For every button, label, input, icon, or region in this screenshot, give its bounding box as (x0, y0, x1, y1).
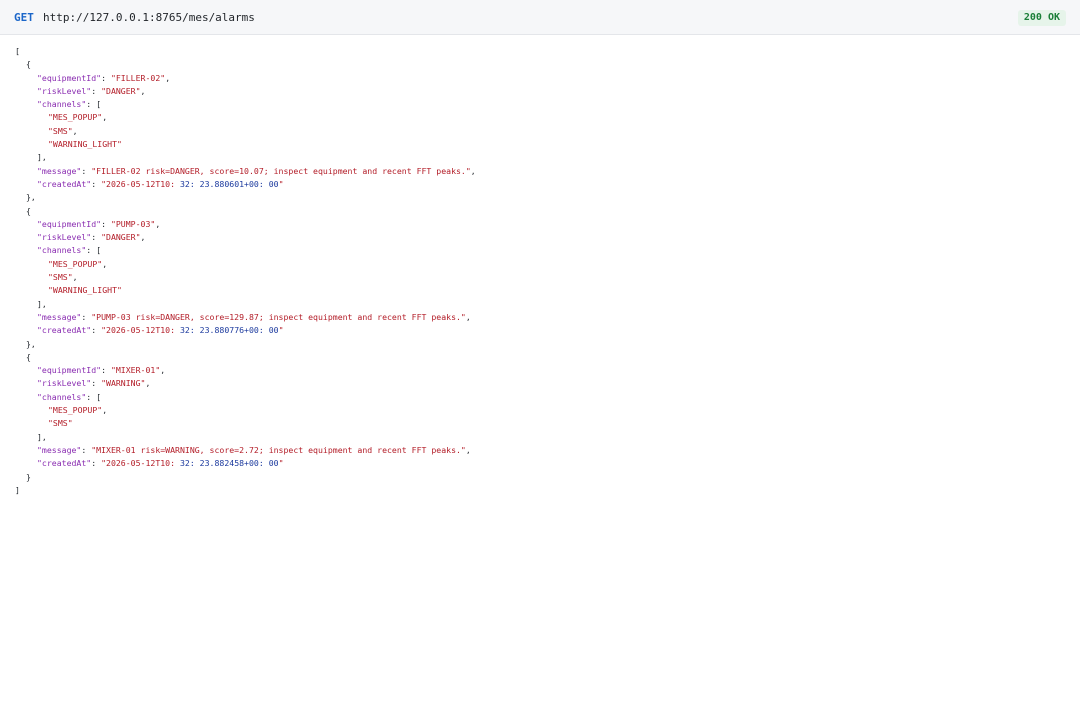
field-created-at: "createdAt": "2026-05-12T10: 32: 23.8807… (37, 325, 284, 336)
field-risk-level: "riskLevel": "WARNING", (37, 378, 151, 389)
channel-value: "WARNING_LIGHT" (48, 285, 122, 296)
channel-value: "WARNING_LIGHT" (48, 139, 122, 150)
object-close: }, (26, 338, 36, 349)
key-message: "message" (37, 165, 82, 176)
channel-item: "WARNING_LIGHT" (15, 284, 1065, 297)
key-equipment-id: "equipmentId" (37, 72, 102, 83)
object-close: } (26, 471, 31, 482)
field-created-at: "createdAt": "2026-05-12T10: 32: 23.8806… (37, 178, 284, 189)
channels-close: ], (37, 431, 47, 442)
value-message: "FILLER-02 risk=DANGER, score=10.07; ins… (91, 165, 471, 176)
object-open: { (26, 205, 31, 216)
field-channels: "channels": [ (37, 391, 102, 402)
key-risk-level: "riskLevel" (37, 85, 92, 96)
channel-item: "MES_POPUP", (48, 112, 108, 123)
json-response: [ { "equipmentId": "FILLER-02", "riskLevel"… (15, 45, 1065, 497)
value-risk-level: "DANGER" (101, 85, 141, 96)
channel-value: "MES_POPUP" (48, 405, 103, 416)
value-created-at: "2026-05-12T10: 32: 23.880601+00: 00" (101, 178, 284, 189)
field-equipment-id: "equipmentId": "FILLER-02", (37, 72, 171, 83)
value-equipment-id: "FILLER-02" (110, 72, 166, 83)
field-risk-level: "riskLevel": "DANGER", (37, 85, 146, 96)
key-risk-level: "riskLevel" (37, 232, 92, 243)
field-message: "message": "PUMP-03 risk=DANGER, score=1… (37, 311, 471, 322)
key-equipment-id: "equipmentId" (37, 218, 102, 229)
array-open: [ (15, 46, 20, 56)
value-risk-level: "DANGER" (101, 232, 141, 243)
value-risk-level: "WARNING" (101, 378, 146, 389)
key-equipment-id: "equipmentId" (37, 365, 102, 376)
channel-item: "MES_POPUP", (48, 405, 108, 416)
key-created-at: "createdAt" (37, 325, 92, 336)
object-open: { (26, 351, 31, 362)
value-equipment-id: "PUMP-03" (110, 218, 156, 229)
key-message: "message" (37, 311, 82, 322)
field-channels: "channels": [ (37, 99, 102, 110)
array-close: ] (15, 484, 20, 495)
key-channels: "channels" (37, 245, 87, 256)
field-equipment-id: "equipmentId": "MIXER-01", (37, 365, 166, 376)
key-created-at: "createdAt" (37, 178, 92, 189)
channel-value: "MES_POPUP" (48, 258, 103, 269)
channel-item: "SMS", (48, 125, 78, 136)
key-message: "message" (37, 444, 82, 455)
channel-value: "SMS" (48, 272, 73, 283)
value-created-at: "2026-05-12T10: 32: 23.880776+00: 00" (101, 325, 284, 336)
channel-item: "WARNING_LIGHT" (15, 138, 1065, 151)
value-message: "PUMP-03 risk=DANGER, score=129.87; insp… (91, 311, 466, 322)
field-message: "message": "MIXER-01 risk=WARNING, score… (37, 444, 471, 455)
field-channels: "channels": [ (37, 245, 102, 256)
status-badge: 200 OK (1017, 10, 1066, 26)
object-close: }, (26, 192, 36, 203)
field-created-at: "createdAt": "2026-05-12T10: 32: 23.8824… (37, 458, 284, 469)
key-risk-level: "riskLevel" (37, 378, 92, 389)
value-created-at: "2026-05-12T10: 32: 23.882458+00: 00" (101, 458, 284, 469)
field-message: "message": "FILLER-02 risk=DANGER, score… (37, 165, 476, 176)
channel-value: "MES_POPUP" (48, 112, 103, 123)
channel-item: "MES_POPUP", (48, 258, 108, 269)
channels-close: ], (37, 152, 47, 163)
request-url[interactable]: http://127.0.0.1:8765/mes/alarms (43, 11, 255, 24)
field-risk-level: "riskLevel": "DANGER", (37, 232, 146, 243)
channel-item: "SMS" (15, 417, 1065, 430)
value-equipment-id: "MIXER-01" (110, 365, 161, 376)
channel-value: "SMS" (48, 418, 73, 429)
key-created-at: "createdAt" (37, 458, 92, 469)
object-open: { (26, 59, 31, 70)
request-bar: GET http://127.0.0.1:8765/mes/alarms 200… (0, 0, 1080, 35)
channels-close: ], (37, 298, 47, 309)
channel-item: "SMS", (48, 272, 78, 283)
http-method: GET (14, 11, 34, 24)
channel-value: "SMS" (48, 125, 73, 136)
value-message: "MIXER-01 risk=WARNING, score=2.72; insp… (91, 444, 466, 455)
field-equipment-id: "equipmentId": "PUMP-03", (37, 218, 161, 229)
key-channels: "channels" (37, 391, 87, 402)
key-channels: "channels" (37, 99, 87, 110)
